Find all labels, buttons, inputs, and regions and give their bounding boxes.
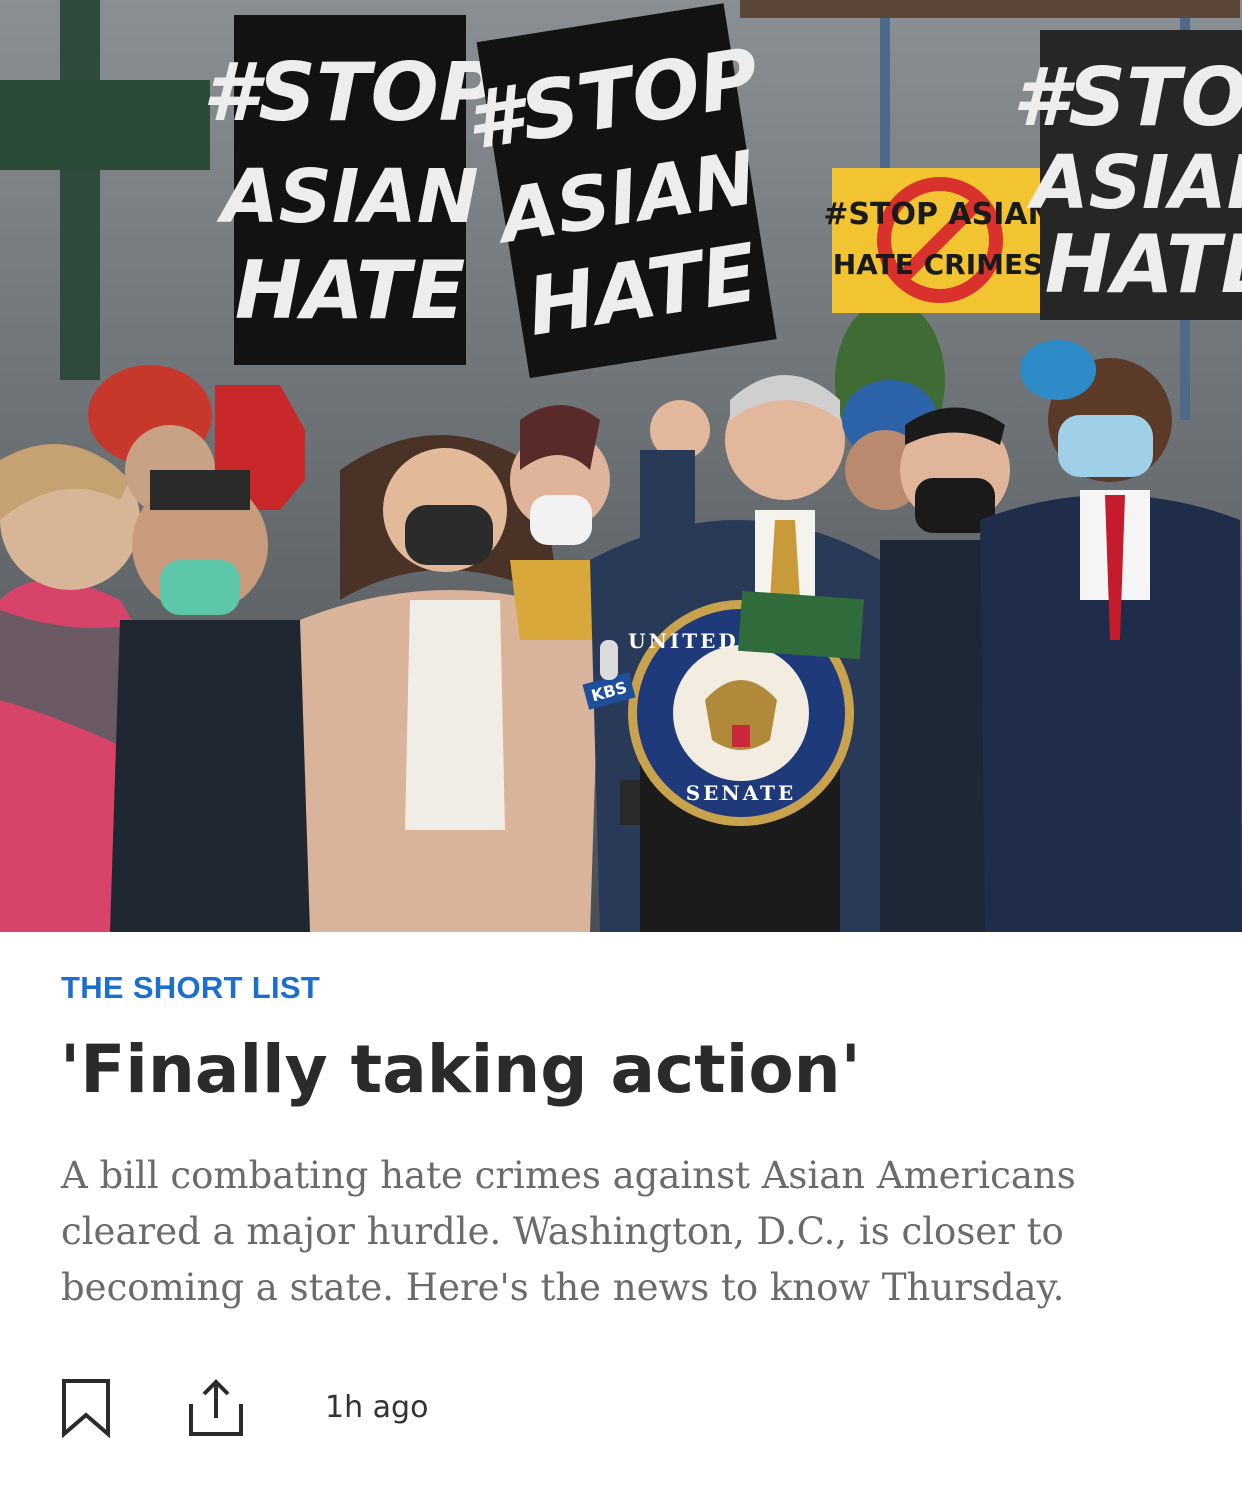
seal-text: SENATE: [686, 781, 797, 805]
article-card[interactable]: THE SHORT LIST 'Finally taking action' A…: [0, 932, 1242, 1488]
sign-text: #STOP: [203, 46, 498, 139]
sign-text: #STOP ASIAN: [823, 197, 1052, 232]
bookmark-button[interactable]: [60, 1378, 120, 1439]
hero-image[interactable]: #STOP ASIAN HATE #STOP ASIAN HATE #STOP …: [0, 0, 1242, 932]
sign-text: #STOP: [1013, 51, 1242, 144]
section-label[interactable]: THE SHORT LIST: [61, 970, 320, 1006]
sign-text: HATE: [1045, 218, 1242, 311]
sign-text: HATE CRIMES: [833, 248, 1044, 281]
sign-text: ASIAN: [1026, 140, 1242, 226]
protest-sign: #STOP ASIAN HATE: [203, 15, 498, 365]
headline[interactable]: 'Finally taking action': [60, 1028, 1180, 1112]
share-button[interactable]: [184, 1378, 244, 1438]
sign-text: HATE: [235, 244, 465, 337]
share-icon: [189, 1379, 243, 1436]
hero-photo: #STOP ASIAN HATE #STOP ASIAN HATE #STOP …: [0, 0, 1242, 932]
article-summary: A bill combating hate crimes against Asi…: [61, 1154, 1076, 1309]
protest-sign: #STOP ASIAN HATE: [1013, 30, 1242, 320]
sign-text: ASIAN: [216, 154, 478, 240]
protest-sign: #STOP ASIAN HATE CRIMES: [823, 168, 1053, 313]
article-actions: 1h ago: [60, 1378, 660, 1439]
bookmark-icon: [62, 1379, 110, 1439]
timestamp: 1h ago: [325, 1390, 429, 1425]
